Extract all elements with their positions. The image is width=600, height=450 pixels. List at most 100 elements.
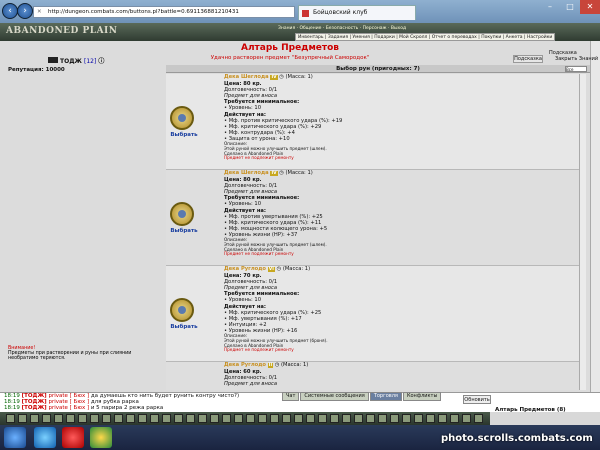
- item-info: Дека Руглодо II ◷ (Масса: 1) Цена: 60 кр.…: [224, 362, 309, 388]
- toolbar-icon[interactable]: [450, 414, 459, 423]
- toolbar-icon[interactable]: [186, 414, 195, 423]
- toolbar-icon[interactable]: [402, 414, 411, 423]
- back-icon[interactable]: ‹: [2, 3, 18, 19]
- opera-icon[interactable]: [62, 427, 84, 448]
- warning-text: Предметы при растворении и руны при слия…: [8, 351, 132, 361]
- rune-icon: [170, 106, 194, 130]
- item-effect: • Мф. критического удара (%): +11: [224, 219, 322, 226]
- item-name[interactable]: Дека Шеглода IV: [224, 170, 278, 176]
- item-name[interactable]: Дека Руглодо II: [224, 362, 274, 368]
- toolbar-icon[interactable]: [234, 414, 243, 423]
- sub-menu[interactable]: Инвентарь | Задания | Умения | Подарки |…: [295, 33, 556, 41]
- sort-select[interactable]: Все: [565, 66, 587, 72]
- site-icon: ✕: [37, 9, 42, 15]
- toolbar-icon[interactable]: [174, 414, 183, 423]
- clock-icon: ◷: [274, 362, 280, 368]
- item-name[interactable]: Дека Шеглода IV: [224, 74, 278, 80]
- rune-list: Выбрать Дека Шеглода IV ◷ (Масса: 1) Цена:…: [166, 74, 579, 390]
- forward-icon[interactable]: ›: [17, 3, 33, 19]
- chat-tab[interactable]: Торговля: [369, 392, 402, 401]
- toolbar-icon[interactable]: [294, 414, 303, 423]
- toolbar-icon[interactable]: [222, 414, 231, 423]
- item-info: Дека Руглодо VI ◷ (Масса: 1) Цена: 70 кр.…: [224, 266, 328, 353]
- item-info: Дека Шеглода IV ◷ (Масса: 1) Цена: 80 кр.…: [224, 170, 328, 257]
- toolbar-icon[interactable]: [306, 414, 315, 423]
- toolbar-icon[interactable]: [42, 414, 51, 423]
- close-link[interactable]: Закрыть Знаний: [555, 56, 598, 62]
- toolbar-icon[interactable]: [438, 414, 447, 423]
- character-level: [12]: [83, 58, 97, 65]
- toolbar-icon[interactable]: [54, 414, 63, 423]
- toolbar-icon[interactable]: [330, 414, 339, 423]
- chat-tab[interactable]: Конфликты: [402, 392, 442, 401]
- page-title: Алтарь Предметов: [240, 43, 339, 53]
- chat-tab[interactable]: Системные сообщения: [300, 392, 369, 401]
- toolbar-icon[interactable]: [426, 414, 435, 423]
- close-icon[interactable]: ✕: [580, 0, 600, 14]
- top-menu[interactable]: Знания · Общение · Безопасность · Персон…: [278, 26, 406, 33]
- reputation: Репутация: 10000: [8, 67, 65, 73]
- address-bar[interactable]: ✕ http://dungeon.combats.com/buttons.pl?b…: [33, 6, 295, 18]
- toolbar-icon[interactable]: [102, 414, 111, 423]
- status-message: Удачно растворен предмет "Безупречный Са…: [210, 55, 370, 61]
- info-icon[interactable]: ⓘ: [98, 58, 104, 65]
- toolbar-icon[interactable]: [258, 414, 267, 423]
- chat-tab[interactable]: Чат: [282, 392, 300, 401]
- chrome-icon[interactable]: [90, 427, 112, 448]
- chat-nick[interactable]: [ТОДЖ]: [22, 399, 47, 405]
- toolbar-icon[interactable]: [366, 414, 375, 423]
- toolbar-icon[interactable]: [30, 414, 39, 423]
- toolbar-icon[interactable]: [138, 414, 147, 423]
- list-item: Выбрать Дека Шеглода IV ◷ (Масса: 1) Цена:…: [166, 74, 579, 170]
- tab-title: Бойцовский клуб: [313, 9, 368, 16]
- watermark: photo.scrolls.combats.com: [441, 433, 593, 444]
- room-name: Алтарь Предметов (8): [495, 407, 566, 413]
- toolbar-icon[interactable]: [318, 414, 327, 423]
- item-sale: Предмет для вноса: [224, 381, 278, 388]
- toolbar-icon[interactable]: [390, 414, 399, 423]
- toolbar-icon[interactable]: [18, 414, 27, 423]
- toolbar-icon[interactable]: [462, 414, 471, 423]
- item-info: Дека Шеглода IV ◷ (Масса: 1) Цена: 80 кр.…: [224, 74, 343, 161]
- help-button[interactable]: Подсказка: [513, 55, 543, 63]
- toolbar-icon[interactable]: [354, 414, 363, 423]
- warning: Внимание! Предметы при растворении и руны…: [8, 346, 160, 361]
- page-scrollbar[interactable]: [590, 41, 600, 392]
- toolbar-icon[interactable]: [6, 414, 15, 423]
- toolbar-icon[interactable]: [282, 414, 291, 423]
- toolbar-icon[interactable]: [270, 414, 279, 423]
- game-logo: ABANDONED PLAIN: [6, 26, 118, 36]
- toolbar-icon[interactable]: [90, 414, 99, 423]
- browser-tab[interactable]: Бойцовский клуб: [298, 5, 416, 20]
- refresh-button[interactable]: Обновить: [463, 395, 491, 404]
- toolbar-icon[interactable]: [414, 414, 423, 423]
- list-item: Дека Руглодо II ◷ (Масса: 1) Цена: 60 кр.…: [166, 362, 579, 390]
- toolbar-icon[interactable]: [78, 414, 87, 423]
- toolbar-icon[interactable]: [198, 414, 207, 423]
- chat-nick[interactable]: [ТОДЖ]: [22, 405, 47, 411]
- select-button[interactable]: Выбрать: [170, 132, 198, 138]
- toolbar-icon[interactable]: [474, 414, 483, 423]
- character-name[interactable]: ТОДЖ [12] ⓘ: [48, 56, 104, 65]
- start-icon[interactable]: [4, 427, 26, 448]
- toolbar-icon[interactable]: [66, 414, 75, 423]
- ie-icon[interactable]: [34, 427, 56, 448]
- select-button[interactable]: Выбрать: [170, 324, 198, 330]
- list-scrollbar[interactable]: [579, 74, 586, 390]
- maximize-icon[interactable]: □: [560, 0, 580, 14]
- chat-nick[interactable]: [ТОДЖ]: [22, 393, 47, 399]
- toolbar-icon[interactable]: [150, 414, 159, 423]
- select-button[interactable]: Выбрать: [170, 228, 198, 234]
- toolbar-icon[interactable]: [114, 414, 123, 423]
- list-item: Выбрать Дека Руглодо VI ◷ (Масса: 1) Цена:…: [166, 266, 579, 362]
- toolbar-icon[interactable]: [342, 414, 351, 423]
- item-name[interactable]: Дека Руглодо VI: [224, 266, 275, 272]
- toolbar-icon[interactable]: [126, 414, 135, 423]
- minimize-icon[interactable]: –: [540, 0, 560, 14]
- toolbar-icon[interactable]: [246, 414, 255, 423]
- address-text: http://dungeon.combats.com/buttons.pl?ba…: [48, 9, 239, 15]
- toolbar-icon[interactable]: [162, 414, 171, 423]
- clock-icon: ◷: [279, 170, 284, 176]
- toolbar-icon[interactable]: [210, 414, 219, 423]
- toolbar-icon[interactable]: [378, 414, 387, 423]
